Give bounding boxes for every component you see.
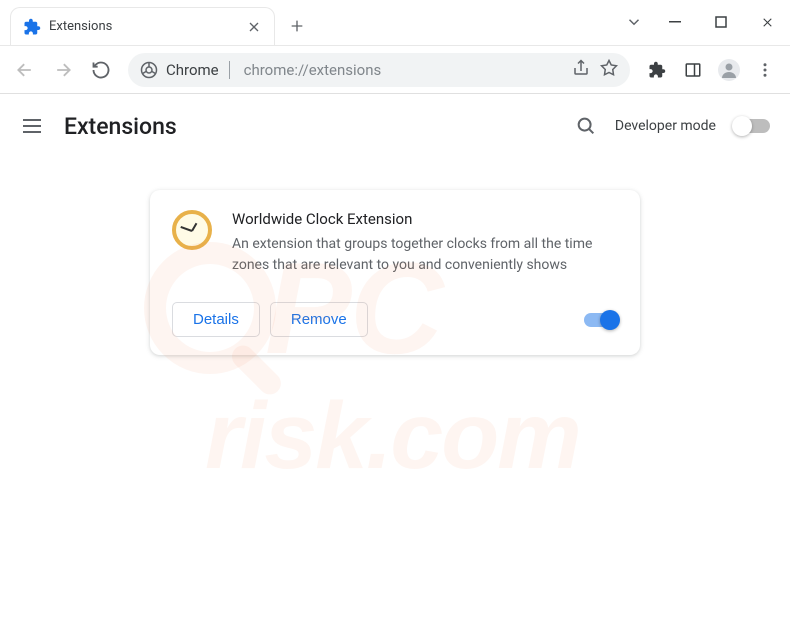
minimize-button[interactable]: [652, 2, 698, 42]
omnibox-url: chrome://extensions: [244, 61, 382, 79]
details-button[interactable]: Details: [172, 302, 260, 337]
back-button[interactable]: [8, 53, 42, 87]
maximize-button[interactable]: [698, 2, 744, 42]
close-tab-icon[interactable]: [246, 19, 262, 35]
extension-card: Worldwide Clock Extension An extension t…: [150, 190, 640, 355]
page-title: Extensions: [64, 113, 177, 140]
omnibox-divider: [229, 61, 230, 79]
omnibox-scheme: Chrome: [166, 61, 219, 79]
forward-button[interactable]: [46, 53, 80, 87]
extensions-button[interactable]: [640, 53, 674, 87]
address-bar[interactable]: Chrome chrome://extensions: [128, 53, 630, 87]
browser-toolbar: Chrome chrome://extensions: [0, 46, 790, 94]
new-tab-button[interactable]: [283, 12, 311, 40]
browser-tab[interactable]: Extensions: [10, 7, 275, 45]
extension-name: Worldwide Clock Extension: [232, 210, 618, 228]
page-header: Extensions Developer mode: [0, 94, 790, 158]
bookmark-icon[interactable]: [600, 59, 618, 81]
chrome-icon: [140, 61, 158, 79]
remove-button[interactable]: Remove: [270, 302, 368, 337]
hamburger-icon[interactable]: [20, 114, 44, 138]
extension-enable-toggle[interactable]: [584, 313, 618, 327]
menu-button[interactable]: [748, 53, 782, 87]
extension-icon: [23, 18, 41, 36]
tab-search-button[interactable]: [616, 13, 652, 31]
share-icon[interactable]: [572, 59, 590, 81]
extension-description: An extension that groups together clocks…: [232, 234, 618, 276]
developer-mode-label: Developer mode: [615, 118, 716, 134]
svg-text:risk.com: risk.com: [205, 383, 580, 489]
developer-mode-toggle[interactable]: [734, 119, 770, 133]
extensions-page: Extensions Developer mode Worldwide Cloc…: [0, 94, 790, 355]
search-icon[interactable]: [575, 115, 597, 137]
window-controls: [616, 0, 790, 45]
profile-button[interactable]: [712, 53, 746, 87]
side-panel-button[interactable]: [676, 53, 710, 87]
window-titlebar: Extensions: [0, 0, 790, 46]
extension-app-icon: [172, 210, 212, 250]
close-window-button[interactable]: [744, 2, 790, 42]
tab-title: Extensions: [49, 19, 246, 34]
reload-button[interactable]: [84, 53, 118, 87]
